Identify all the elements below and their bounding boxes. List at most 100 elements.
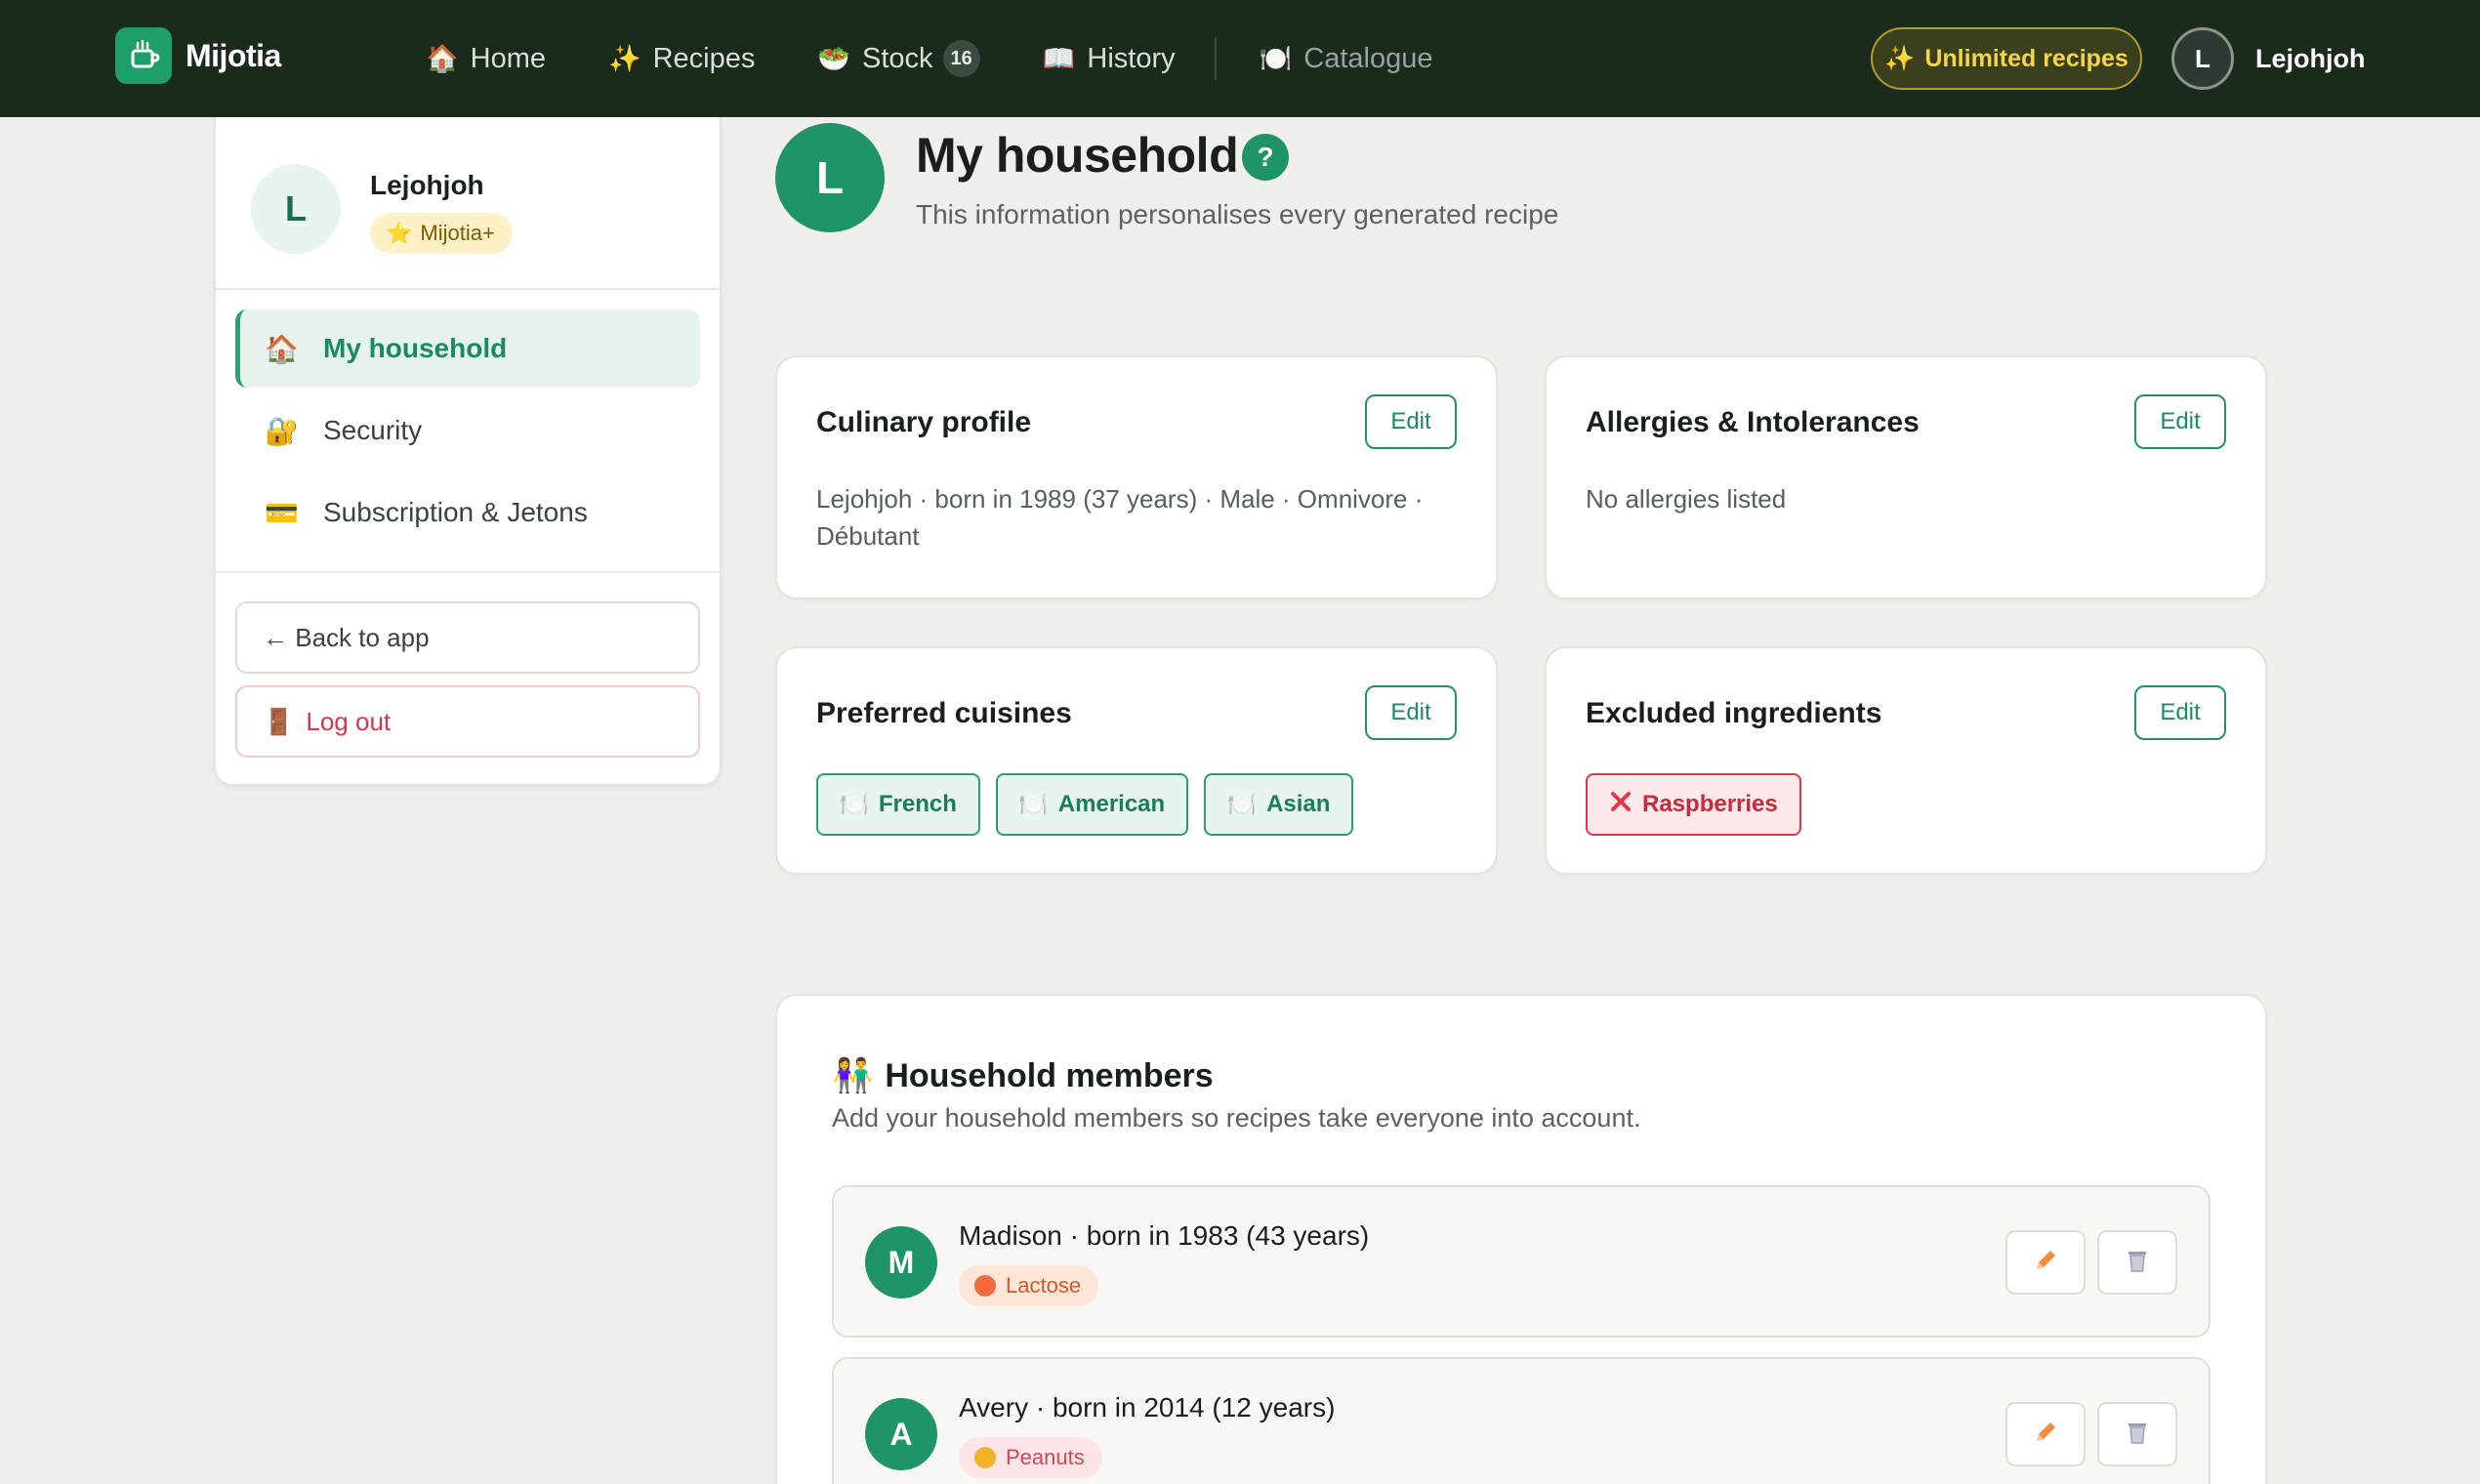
sidebar-item-label: My household [323, 333, 508, 363]
allergy-label: Peanuts [1006, 1445, 1085, 1469]
user-menu[interactable]: L Lejohjoh [2171, 27, 2365, 90]
cuisine-chips: 🍽️ French 🍽️ American 🍽️ Asian [816, 773, 1354, 836]
logout-label: Log out [306, 706, 392, 736]
sidebar-item-subscription[interactable]: 💳 Subscription & Jetons [235, 474, 700, 552]
cuisine-chip: 🍽️ French [816, 773, 980, 836]
book-icon: 📖 [1042, 44, 1076, 73]
edit-cuisines-button[interactable]: Edit [1365, 685, 1457, 740]
plate-icon: 🍽️ [1018, 791, 1049, 818]
preferred-cuisines-card: Preferred cuisines Edit 🍽️ French 🍽️ Ame… [775, 646, 1498, 875]
avatar: M [865, 1226, 937, 1298]
plate-icon: 🍽️ [1259, 44, 1293, 73]
trash-icon [2123, 1418, 2152, 1452]
allergies-card: Allergies & Intolerances Edit No allergi… [1545, 355, 2267, 599]
list-item: M Madison · born in 1983 (43 years) Lact… [832, 1185, 2211, 1338]
excluded-ingredients-card: Excluded ingredients Edit Raspberries [1545, 646, 2267, 875]
nav-recipes-label: Recipes [652, 42, 756, 74]
nav-recipes[interactable]: ✨ Recipes [608, 43, 755, 75]
logout-button[interactable]: 🚪 Log out [235, 685, 700, 758]
members-title: 👫 Household members [832, 1056, 1214, 1095]
delete-member-button[interactable] [2097, 1230, 2177, 1295]
nav-home[interactable]: 🏠 Home [426, 43, 546, 75]
salad-bowl-icon: 🥗 [817, 44, 851, 73]
page-title: My household [916, 128, 1239, 183]
member-name: Madison · born in 1983 (43 years) [959, 1220, 1370, 1251]
main-nav: 🏠 Home ✨ Recipes 🥗 Stock 16 📖 History 🍽️… [426, 0, 1496, 117]
unlimited-recipes-label: Unlimited recipes [1924, 44, 2129, 72]
nav-username: Lejohjoh [2255, 43, 2366, 73]
brand[interactable]: Mijotia [115, 27, 281, 84]
nav-stock-label: Stock [862, 42, 933, 74]
sidebar-item-label: Subscription & Jetons [323, 497, 588, 527]
cuisine-chip: 🍽️ Asian [1204, 773, 1354, 836]
pencil-icon [2031, 1246, 2060, 1280]
sparkles-icon: ✨ [607, 44, 641, 73]
cooking-pot-icon [115, 27, 172, 84]
sidebar-profile: L Lejohjoh ⭐ Mijotia+ [251, 164, 513, 254]
nav-history-label: History [1087, 42, 1176, 74]
top-navbar: Mijotia 🏠 Home ✨ Recipes 🥗 Stock 16 📖 Hi… [0, 0, 2480, 117]
edit-allergies-button[interactable]: Edit [2134, 394, 2226, 449]
list-item: A Avery · born in 2014 (12 years) Peanut… [832, 1357, 2211, 1484]
divider [216, 288, 722, 290]
culinary-profile-summary: Lejohjoh · born in 1989 (37 years) · Mal… [816, 484, 1424, 551]
plate-icon: 🍽️ [1227, 791, 1258, 818]
members-title-label: Household members [885, 1056, 1214, 1094]
card-title: Allergies & Intolerances [1586, 406, 1920, 438]
settings-sidebar: L Lejohjoh ⭐ Mijotia+ 🏠 My household 🔐 S… [215, 117, 722, 785]
stock-count-badge: 16 [942, 40, 980, 77]
allergy-tag: Peanuts [959, 1437, 1102, 1478]
pencil-icon [2031, 1418, 2060, 1452]
member-name: Avery · born in 2014 (12 years) [959, 1392, 1336, 1422]
card-title: Excluded ingredients [1586, 697, 1882, 729]
allergy-label: Lactose [1006, 1273, 1082, 1298]
lock-icon: 🔐 [265, 415, 299, 446]
nav-divider [1214, 37, 1217, 80]
nav-stock[interactable]: 🥗 Stock 16 [817, 40, 980, 77]
excluded-chips: Raspberries [1586, 773, 1801, 836]
plan-label: Mijotia+ [420, 221, 495, 245]
avatar: L [251, 164, 341, 254]
sidebar-item-security[interactable]: 🔐 Security [235, 392, 700, 470]
sparkles-icon: ✨ [1884, 44, 1916, 72]
culinary-profile-card: Culinary profile Edit Lejohjoh · born in… [775, 355, 1498, 599]
card-title: Preferred cuisines [816, 697, 1072, 729]
dot-icon [974, 1447, 996, 1468]
sidebar-item-household[interactable]: 🏠 My household [235, 309, 700, 388]
nav-history[interactable]: 📖 History [1043, 43, 1176, 75]
edit-excluded-button[interactable]: Edit [2134, 685, 2226, 740]
star-icon: ⭐ [386, 221, 413, 245]
unlimited-recipes-button[interactable]: ✨ Unlimited recipes [1871, 27, 2142, 90]
back-to-app-button[interactable]: ← Back to app [235, 601, 700, 674]
edit-member-button[interactable] [2005, 1402, 2086, 1466]
excluded-label: Raspberries [1642, 791, 1778, 817]
cuisine-label: French [878, 791, 957, 817]
people-icon: 👫 [832, 1057, 874, 1094]
house-icon: 🏠 [265, 333, 299, 364]
nav-catalogue[interactable]: 🍽️ Catalogue [1260, 43, 1433, 75]
page-subtitle: This information personalises every gene… [916, 199, 1559, 229]
avatar: L [2171, 27, 2234, 90]
help-icon[interactable]: ? [1242, 134, 1289, 181]
dot-icon [974, 1275, 996, 1297]
edit-member-button[interactable] [2005, 1230, 2086, 1295]
nav-catalogue-label: Catalogue [1303, 42, 1433, 74]
nav-home-label: Home [470, 42, 546, 74]
allergy-tag: Lactose [959, 1265, 1099, 1306]
trash-icon [2123, 1246, 2152, 1280]
members-subtitle: Add your household members so recipes ta… [832, 1103, 1641, 1133]
card-title: Culinary profile [816, 406, 1032, 438]
household-avatar: L [775, 123, 885, 232]
delete-member-button[interactable] [2097, 1402, 2177, 1466]
sidebar-username: Lejohjoh [370, 170, 484, 200]
household-members-card: 👫 Household members Add your household m… [775, 994, 2267, 1484]
cuisine-label: American [1057, 791, 1166, 817]
divider [216, 571, 722, 573]
plate-icon: 🍽️ [840, 791, 869, 818]
brand-name: Mijotia [186, 37, 281, 73]
cuisine-label: Asian [1266, 791, 1331, 817]
sidebar-item-label: Security [323, 415, 423, 445]
house-icon: 🏠 [426, 44, 459, 73]
excluded-chip: Raspberries [1586, 773, 1801, 836]
edit-culinary-profile-button[interactable]: Edit [1365, 394, 1457, 449]
